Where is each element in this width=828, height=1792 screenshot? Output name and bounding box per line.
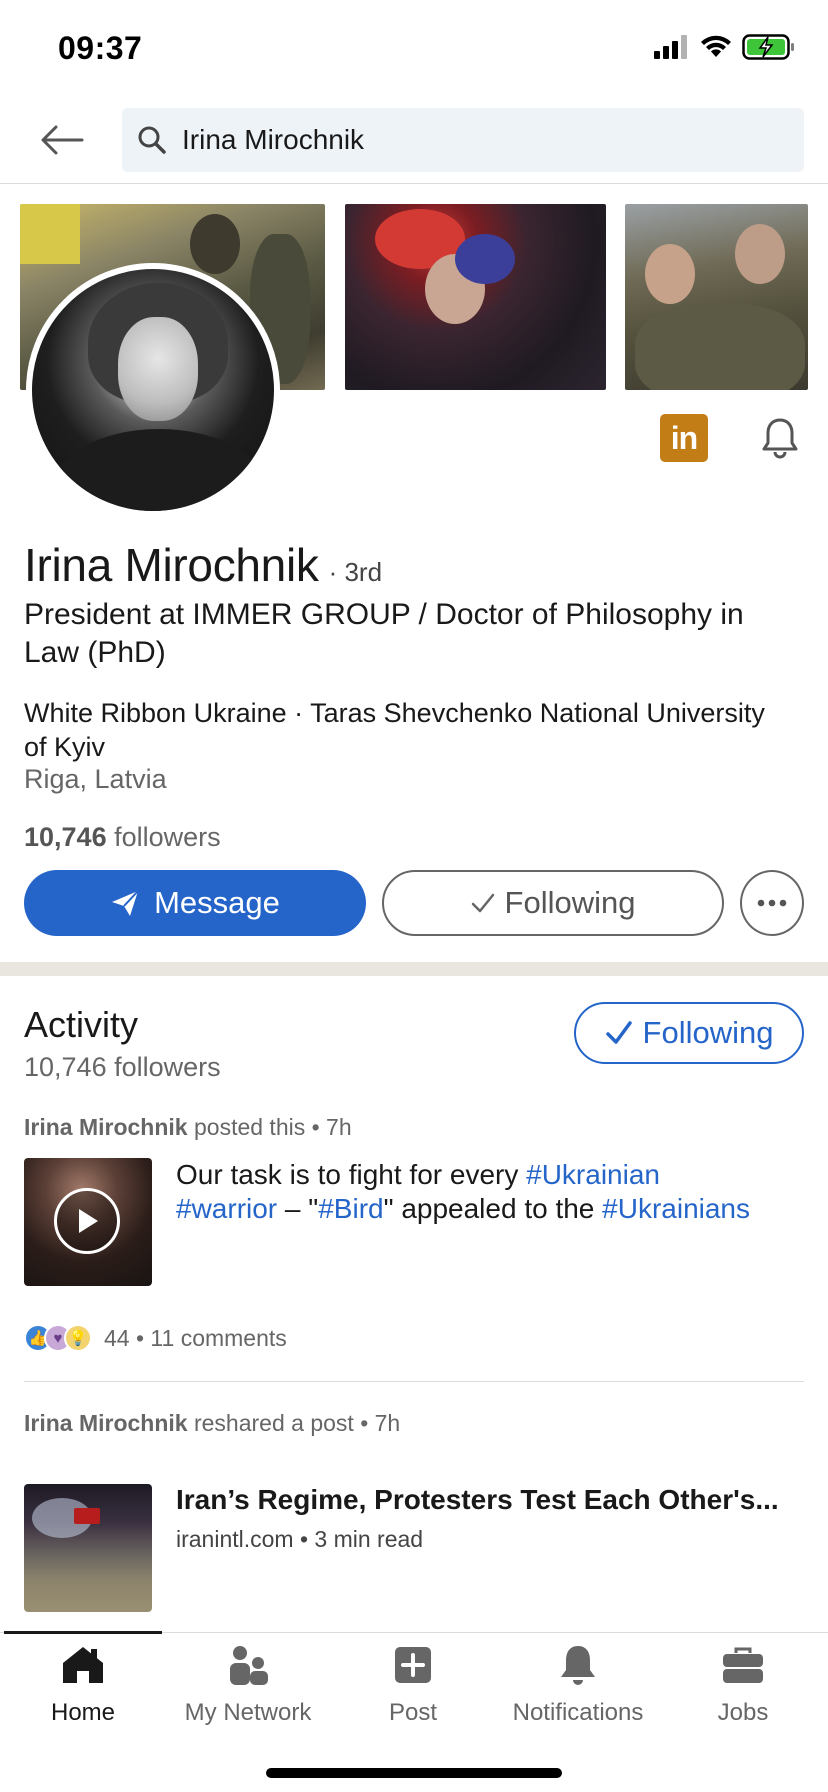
post-author[interactable]: Irina Mirochnik — [24, 1410, 188, 1436]
search-query: Irina Mirochnik — [182, 124, 365, 155]
post-meta: Irina Mirochnik reshared a post • 7h — [24, 1410, 400, 1437]
more-dots-icon — [757, 899, 787, 907]
nav-active-indicator — [4, 1631, 162, 1634]
nav-post[interactable]: Post — [330, 1643, 496, 1727]
home-indicator[interactable] — [266, 1768, 562, 1778]
activity-following-button[interactable]: Following — [574, 1002, 804, 1064]
post-action: reshared a post • 7h — [187, 1410, 401, 1436]
bell-icon[interactable] — [756, 414, 804, 462]
nav-home[interactable]: Home — [0, 1643, 166, 1727]
profile-location: Riga, Latvia — [24, 764, 167, 794]
check-icon — [605, 1021, 632, 1044]
nav-post-label: Post — [388, 1699, 438, 1726]
post-divider — [24, 1381, 804, 1382]
nav-notifications[interactable]: Notifications — [495, 1643, 661, 1727]
back-button[interactable] — [38, 116, 86, 164]
connection-degree: · 3rd — [328, 557, 383, 587]
video-thumbnail[interactable] — [24, 1158, 152, 1286]
following-button[interactable]: Following — [382, 870, 724, 936]
search-header: Irina Mirochnik — [0, 96, 828, 184]
bell-icon — [556, 1643, 600, 1687]
message-button[interactable]: Message — [24, 870, 366, 936]
hashtag-link[interactable]: #Ukrainians — [602, 1193, 750, 1224]
nav-my-network[interactable]: My Network — [165, 1643, 331, 1727]
followers-count: 10,746 — [24, 822, 107, 852]
hashtag-link[interactable]: #Ukrainian — [526, 1159, 660, 1190]
nav-jobs[interactable]: Jobs — [660, 1643, 826, 1727]
check-icon — [471, 893, 494, 913]
send-icon — [112, 890, 139, 916]
followers-label: followers — [106, 822, 221, 852]
search-input[interactable]: Irina Mirochnik — [122, 108, 804, 172]
message-label: Message — [154, 885, 280, 920]
profile-name: Irina Mirochnik — [24, 539, 319, 591]
play-icon[interactable] — [54, 1188, 120, 1254]
article-thumbnail[interactable] — [24, 1484, 152, 1612]
signal-icon — [654, 35, 687, 59]
activity-title: Activity — [24, 1004, 139, 1045]
post-author[interactable]: Irina Mirochnik — [24, 1114, 188, 1140]
wifi-icon — [701, 35, 731, 57]
nav-home-label: Home — [50, 1699, 116, 1726]
profile-name-row: Irina Mirochnik · 3rd — [24, 538, 382, 592]
post-icon — [391, 1643, 435, 1687]
profile-education: White Ribbon Ukraine · Taras Shevchenko … — [24, 698, 765, 762]
status-time: 09:37 — [58, 30, 143, 66]
article-source: iranintl.com • 3 min read — [176, 1526, 424, 1552]
nav-notifications-label: Notifications — [512, 1699, 644, 1726]
section-divider — [0, 962, 828, 976]
article-title[interactable]: Iran’s Regime, Protesters Test Each Othe… — [176, 1484, 806, 1516]
status-bar: 09:37 — [0, 0, 828, 96]
status-icons — [654, 34, 796, 60]
hashtag-link[interactable]: #Bird — [318, 1193, 383, 1224]
linkedin-logo-icon[interactable]: in — [660, 414, 708, 462]
more-button[interactable] — [740, 870, 804, 936]
reaction-stats[interactable]: 44 • 11 comments — [104, 1325, 287, 1352]
comments-count: • 11 comments — [135, 1324, 287, 1351]
briefcase-icon — [721, 1643, 765, 1687]
nav-my-network-label: My Network — [184, 1699, 312, 1726]
post-meta: Irina Mirochnik posted this • 7h — [24, 1114, 352, 1141]
profile-followers[interactable]: 10,746 followers — [24, 822, 221, 853]
profile-headline: President at IMMER GROUP / Doctor of Phi… — [24, 598, 744, 669]
battery-icon — [742, 34, 794, 60]
reactions-bar[interactable]: 👍 ♥ 💡 44 • 11 comments — [24, 1324, 287, 1352]
profile-avatar[interactable] — [26, 263, 280, 517]
post-text[interactable]: Our task is to fight for every #Ukrainia… — [176, 1158, 806, 1226]
nav-jobs-label: Jobs — [717, 1699, 769, 1726]
search-icon — [134, 122, 170, 158]
post-action: posted this • 7h — [187, 1114, 352, 1140]
insightful-reaction-icon: 💡 — [64, 1324, 92, 1352]
network-icon — [226, 1643, 270, 1687]
reactions-count: 44 — [104, 1324, 130, 1351]
activity-followers: 10,746 followers — [24, 1052, 221, 1082]
following-label: Following — [504, 885, 636, 920]
cover-image-portrait — [345, 204, 606, 390]
hashtag-link[interactable]: #warrior — [176, 1193, 277, 1224]
activity-following-label: Following — [642, 1015, 774, 1050]
home-icon — [61, 1643, 105, 1687]
cover-image-servicewomen — [625, 204, 808, 390]
back-arrow-icon — [41, 125, 84, 155]
